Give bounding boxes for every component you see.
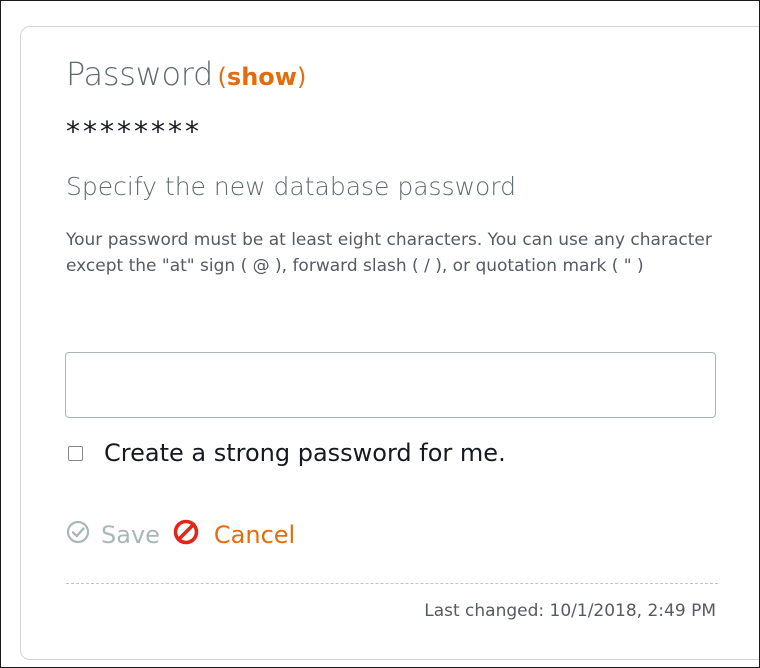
new-password-heading: Specify the new database password bbox=[66, 172, 517, 201]
cancel-label[interactable]: Cancel bbox=[214, 521, 295, 549]
strong-password-checkbox[interactable] bbox=[68, 445, 83, 461]
open-paren: ( bbox=[217, 63, 227, 91]
strong-password-label[interactable]: Create a strong password for me. bbox=[104, 439, 506, 467]
password-panel: Password (show) ******** Specify the new… bbox=[20, 26, 759, 660]
prohibited-icon bbox=[172, 518, 200, 551]
new-password-input[interactable] bbox=[65, 352, 716, 418]
dashed-divider bbox=[66, 583, 718, 584]
password-title-row: Password (show) bbox=[66, 55, 306, 93]
password-title: Password bbox=[66, 55, 214, 93]
cancel-button[interactable]: Cancel bbox=[172, 518, 295, 551]
show-password-link[interactable]: show bbox=[227, 63, 297, 91]
strong-password-option[interactable]: Create a strong password for me. bbox=[68, 439, 506, 467]
close-paren: ) bbox=[296, 63, 307, 91]
masked-password: ******** bbox=[66, 115, 202, 148]
password-requirements-text: Your password must be at least eight cha… bbox=[66, 230, 712, 276]
action-bar: Save Cancel bbox=[66, 518, 295, 551]
save-label[interactable]: Save bbox=[101, 521, 160, 549]
check-circle-icon bbox=[66, 520, 90, 549]
save-button[interactable]: Save bbox=[66, 520, 160, 549]
last-changed-text: Last changed: 10/1/2018, 2:49 PM bbox=[424, 601, 716, 621]
